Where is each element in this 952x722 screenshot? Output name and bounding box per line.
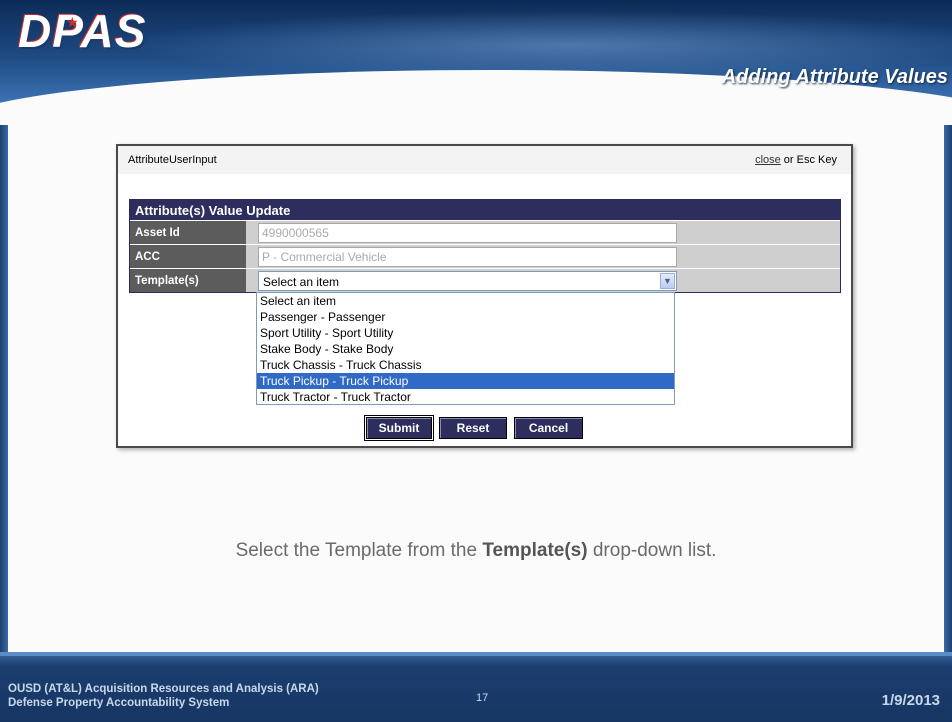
acc-field[interactable]: P - Commercial Vehicle — [258, 247, 677, 267]
asset-id-label: Asset Id — [130, 221, 246, 244]
close-hint: or Esc Key — [780, 154, 837, 166]
templates-select[interactable]: Select an item ▼ — [258, 271, 677, 291]
slide-title: Adding Attribute Values — [721, 66, 948, 88]
caption-text-bold: Template(s) — [482, 540, 588, 561]
dropdown-option[interactable]: Select an item — [257, 293, 674, 309]
instruction-caption: Select the Template from the Template(s)… — [0, 540, 952, 562]
templates-label: Template(s) — [130, 269, 246, 292]
footer-date: 1/9/2013 — [881, 692, 940, 709]
dpas-logo: DPAS — [18, 5, 147, 57]
footer-org-line1: OUSD (AT&L) Acquisition Resources and An… — [8, 683, 319, 695]
caption-text-after: drop-down list. — [587, 540, 717, 561]
footer-rule — [0, 652, 952, 656]
cancel-button[interactable]: Cancel — [514, 417, 583, 439]
right-side-band — [944, 110, 952, 655]
acc-row: ACC P - Commercial Vehicle — [130, 244, 840, 268]
slide-footer: OUSD (AT&L) Acquisition Resources and An… — [0, 652, 952, 722]
dropdown-option[interactable]: Passenger - Passenger — [257, 309, 674, 325]
left-side-band — [0, 110, 8, 655]
slide-header: DPAS ★ Adding Attribute Values — [0, 0, 952, 125]
attribute-value-form: Attribute(s) Value Update Asset Id 49900… — [129, 199, 841, 293]
asset-id-row: Asset Id 4990000565 — [130, 220, 840, 244]
caption-text-before: Select the Template from the — [235, 540, 483, 561]
dropdown-option[interactable]: Stake Body - Stake Body — [257, 341, 674, 357]
dropdown-option[interactable]: Truck Tractor - Truck Tractor — [257, 389, 674, 405]
submit-button[interactable]: Submit — [364, 415, 434, 441]
dialog-title: AttributeUserInput — [128, 154, 217, 166]
dropdown-option[interactable]: Sport Utility - Sport Utility — [257, 325, 674, 341]
templates-row: Template(s) Select an item ▼ — [130, 268, 840, 292]
footer-organization: OUSD (AT&L) Acquisition Resources and An… — [8, 682, 319, 710]
dropdown-option-highlighted[interactable]: Truck Pickup - Truck Pickup — [257, 373, 674, 389]
reset-button[interactable]: Reset — [439, 417, 507, 439]
close-link[interactable]: close — [755, 154, 781, 166]
page-number: 17 — [476, 692, 489, 704]
asset-id-field[interactable]: 4990000565 — [258, 223, 677, 243]
chevron-down-icon[interactable]: ▼ — [660, 273, 675, 289]
dialog-titlebar: AttributeUserInput close or Esc Key — [118, 146, 851, 174]
templates-selected-value: Select an item — [263, 275, 340, 289]
templates-dropdown-list[interactable]: Select an item Passenger - Passenger Spo… — [256, 292, 675, 405]
slide: DPAS ★ Adding Attribute Values Attribute… — [0, 0, 952, 722]
dialog-close-area: close or Esc Key — [755, 154, 837, 166]
form-header: Attribute(s) Value Update — [130, 200, 840, 220]
acc-label: ACC — [130, 245, 246, 268]
footer-org-line2: Defense Property Accountability System — [8, 697, 230, 709]
dropdown-option[interactable]: Truck Chassis - Truck Chassis — [257, 357, 674, 373]
logo-star-icon: ★ — [66, 14, 79, 30]
